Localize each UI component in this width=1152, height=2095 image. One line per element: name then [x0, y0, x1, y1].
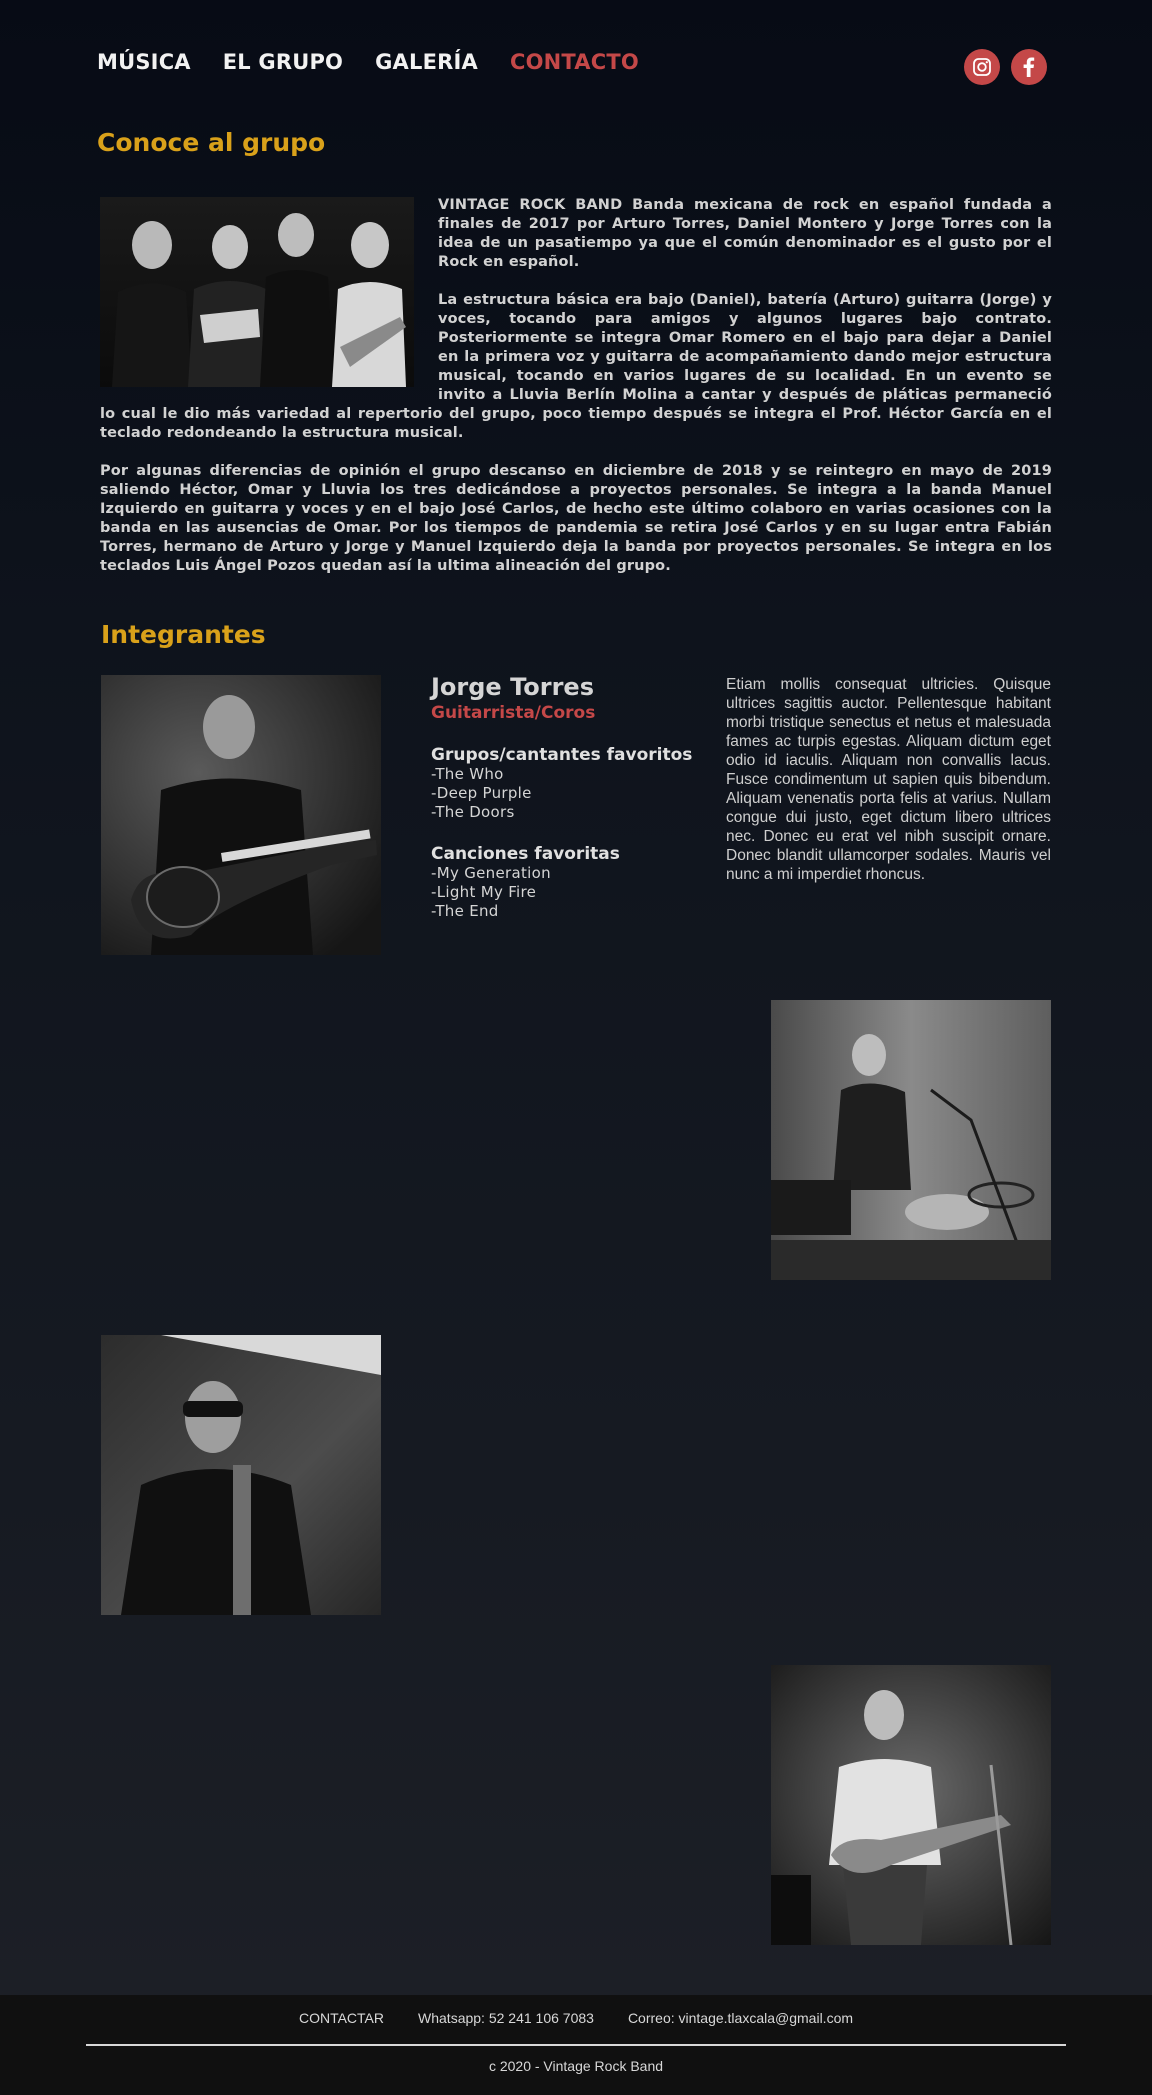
members-title: Integrantes [101, 620, 266, 649]
member-bio: Etiam mollis consequat ultricies. Quisqu… [726, 676, 1051, 883]
favorite-group-item: -Deep Purple [431, 784, 532, 802]
footer: CONTACTAR Whatsapp: 52 241 106 7083 Corr… [0, 1995, 1152, 2095]
member-photo-jorge [101, 675, 381, 955]
favorite-group-item: -The Who [431, 765, 504, 783]
about-paragraph-3: Por algunas diferencias de opinión el gr… [100, 463, 1052, 574]
footer-contact-link[interactable]: CONTACTAR [299, 2010, 384, 2026]
favorite-song-item: -My Generation [431, 864, 551, 882]
favorite-songs-title: Canciones favoritas [431, 844, 620, 864]
nav-contacto[interactable]: CONTACTO [510, 50, 639, 74]
band-photo [100, 197, 414, 387]
nav-galeria[interactable]: GALERÍA [375, 50, 478, 74]
about-section: VINTAGE ROCK BAND Banda mexicana de rock… [100, 196, 1052, 595]
footer-divider [86, 2044, 1066, 2046]
member-role: Guitarrista/Coros [431, 703, 596, 723]
facebook-button[interactable] [1011, 49, 1047, 85]
instagram-icon [973, 58, 991, 76]
member-info-jorge: Jorge Torres Guitarrista/Coros Grupos/ca… [431, 673, 701, 921]
copyright: c 2020 - Vintage Rock Band [488, 2058, 664, 2074]
favorite-song-item: -The End [431, 902, 499, 920]
instagram-button[interactable] [964, 49, 1000, 85]
facebook-icon [1023, 57, 1035, 77]
footer-links: CONTACTAR Whatsapp: 52 241 106 7083 Corr… [0, 2010, 1152, 2026]
footer-email[interactable]: Correo: vintage.tlaxcala@gmail.com [628, 2010, 853, 2026]
nav-musica[interactable]: MÚSICA [97, 50, 191, 74]
page: MÚSICA EL GRUPO GALERÍA CONTACTO Conoce … [0, 0, 1152, 2095]
footer-whatsapp[interactable]: Whatsapp: 52 241 106 7083 [418, 2010, 594, 2026]
about-title: Conoce al grupo [97, 128, 326, 157]
favorite-song-item: -Light My Fire [431, 883, 537, 901]
social-links [964, 49, 1047, 85]
nav-el-grupo[interactable]: EL GRUPO [223, 50, 343, 74]
favorite-group-item: -The Doors [431, 803, 515, 821]
member-photo-drummer [771, 1000, 1051, 1280]
member-photo-bassist [771, 1665, 1051, 1945]
main-nav: MÚSICA EL GRUPO GALERÍA CONTACTO [97, 50, 671, 74]
favorite-groups-title: Grupos/cantantes favoritos [431, 745, 693, 765]
member-photo-guitarist-2 [101, 1335, 381, 1615]
member-name: Jorge Torres [431, 673, 594, 701]
